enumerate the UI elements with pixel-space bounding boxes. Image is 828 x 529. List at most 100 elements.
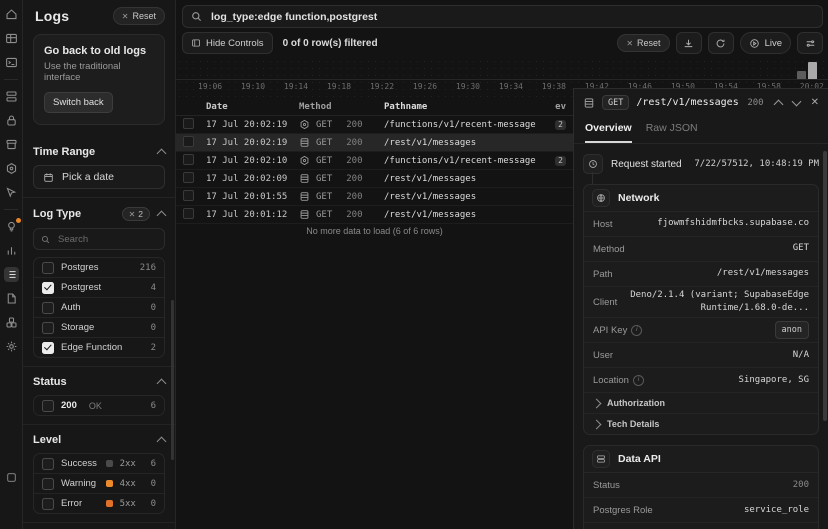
kv-response-time: Response Time 34ms [584, 523, 818, 529]
checkbox[interactable] [42, 478, 54, 490]
log-type-search[interactable] [33, 228, 165, 250]
filter-count: 0 [151, 303, 156, 313]
refresh-button[interactable] [708, 32, 734, 54]
filter-item-edge-function[interactable]: Edge Function 2 [34, 337, 164, 357]
chevron-up-icon[interactable] [157, 437, 167, 447]
switch-back-button[interactable]: Switch back [44, 92, 113, 113]
query-search-input[interactable] [209, 10, 814, 24]
authentication-icon[interactable] [4, 113, 19, 128]
detail-scrollbar[interactable] [823, 151, 827, 421]
chevron-up-icon[interactable] [157, 211, 167, 221]
row-checkbox[interactable] [183, 208, 194, 219]
reset-query-button[interactable]: ✕ Reset [617, 34, 669, 52]
key-label: Host [593, 219, 613, 230]
table-row[interactable]: 17 Jul 20:02:19 GET 200 /functions/v1/re… [176, 116, 573, 134]
chevron-up-icon[interactable] [157, 149, 167, 159]
collapsible-label: Authorization [607, 398, 665, 408]
chevron-right-icon [592, 419, 602, 429]
checkbox[interactable] [42, 400, 54, 412]
row-checkbox[interactable] [183, 154, 194, 165]
log-type-title: Log Type [33, 208, 81, 220]
checkbox-checked[interactable] [42, 282, 54, 294]
close-icon[interactable]: ✕ [811, 97, 819, 108]
request-started-value: 7/22/57512, 10:48:19 PM [694, 159, 819, 169]
row-checkbox[interactable] [183, 136, 194, 147]
log-type-search-input[interactable] [56, 233, 157, 246]
checkbox-checked[interactable] [42, 342, 54, 354]
home-icon[interactable] [4, 7, 19, 22]
row-pathname: /rest/v1/messages [384, 138, 552, 148]
reset-filters-button[interactable]: ✕ Reset [113, 7, 165, 25]
filter-item-success[interactable]: Success 2xx 6 [34, 454, 164, 473]
collapse-sidebar-icon[interactable] [4, 470, 19, 485]
table-row[interactable]: 17 Jul 20:02:10 GET 200 /functions/v1/re… [176, 152, 573, 170]
calendar-icon [43, 172, 54, 183]
table-row[interactable]: 17 Jul 20:01:55 GET 200 /rest/v1/message… [176, 188, 573, 206]
postgrest-icon [299, 137, 310, 148]
edge-functions-icon[interactable] [4, 161, 19, 176]
filter-item-storage[interactable]: Storage 0 [34, 317, 164, 337]
checkbox[interactable] [42, 262, 54, 274]
log-type-clear-badge[interactable]: ✕ 2 [122, 207, 150, 221]
live-button[interactable]: Live [740, 32, 791, 54]
row-method: GET [316, 156, 332, 166]
filter-count: 4 [151, 283, 156, 293]
tab-raw-json[interactable]: Raw JSON [646, 122, 698, 143]
row-date: 17 Jul 20:02:19 [206, 138, 299, 148]
chart-bar [797, 71, 806, 79]
filter-item-status-200[interactable]: 200 OK 6 [34, 396, 164, 415]
table-footer: No more data to load (6 of 6 rows) [176, 219, 573, 236]
hide-controls-button[interactable]: Hide Controls [182, 32, 273, 54]
api-docs-icon[interactable] [4, 291, 19, 306]
pick-date-button[interactable]: Pick a date [33, 165, 165, 189]
table-row[interactable]: 17 Jul 20:02:09 GET 200 /rest/v1/message… [176, 170, 573, 188]
storage-icon[interactable] [4, 137, 19, 152]
sql-editor-icon[interactable] [4, 55, 19, 70]
value: /rest/v1/messages [621, 267, 809, 280]
row-checkbox[interactable] [183, 172, 194, 183]
authorization-collapsible[interactable]: Authorization [584, 393, 818, 414]
info-icon[interactable]: i [633, 375, 644, 386]
sidebar-scrollbar[interactable] [171, 300, 174, 460]
tech-details-collapsible[interactable]: Tech Details [584, 414, 818, 434]
filter-item-auth[interactable]: Auth 0 [34, 297, 164, 317]
table-editor-icon[interactable] [4, 31, 19, 46]
previous-log-icon[interactable] [773, 99, 783, 109]
key-label: Client [593, 297, 617, 308]
advisors-icon[interactable] [4, 219, 19, 234]
checkbox[interactable] [42, 322, 54, 334]
level-5xx-swatch [106, 500, 113, 507]
value: Singapore, SG [652, 374, 809, 387]
column-settings-button[interactable] [797, 32, 823, 54]
row-date: 17 Jul 20:02:10 [206, 156, 299, 166]
filter-item-error[interactable]: Error 5xx 0 [34, 493, 164, 513]
network-title: Network [618, 192, 659, 204]
checkbox[interactable] [42, 498, 54, 510]
row-checkbox[interactable] [183, 118, 194, 129]
row-status: 200 [346, 174, 362, 184]
integrations-icon[interactable] [4, 315, 19, 330]
table-row-selected[interactable]: 17 Jul 20:02:19 GET 200 /rest/v1/message… [176, 134, 573, 152]
settings-icon[interactable] [4, 339, 19, 354]
info-icon[interactable]: i [631, 325, 642, 336]
checkbox[interactable] [42, 302, 54, 314]
database-icon[interactable] [4, 89, 19, 104]
chart-baseline [176, 79, 828, 80]
logs-icon[interactable] [4, 267, 19, 282]
filter-item-warning[interactable]: Warning 4xx 0 [34, 473, 164, 493]
query-search-bar[interactable] [182, 5, 823, 28]
header-event-message: ev [552, 102, 566, 112]
download-button[interactable] [676, 32, 702, 54]
filter-item-postgres[interactable]: Postgres 216 [34, 258, 164, 277]
checkbox[interactable] [42, 458, 54, 470]
log-detail-panel: GET /rest/v1/messages 200 ✕ Overview Raw… [573, 88, 828, 529]
collapsible-label: Tech Details [607, 419, 659, 429]
realtime-icon[interactable] [4, 185, 19, 200]
axis-tick: 19:14 [284, 82, 308, 91]
next-log-icon[interactable] [791, 96, 801, 106]
filter-item-postgrest[interactable]: Postgrest 4 [34, 277, 164, 297]
chevron-up-icon[interactable] [157, 379, 167, 389]
reports-icon[interactable] [4, 243, 19, 258]
row-checkbox[interactable] [183, 190, 194, 201]
tab-overview[interactable]: Overview [585, 122, 632, 143]
